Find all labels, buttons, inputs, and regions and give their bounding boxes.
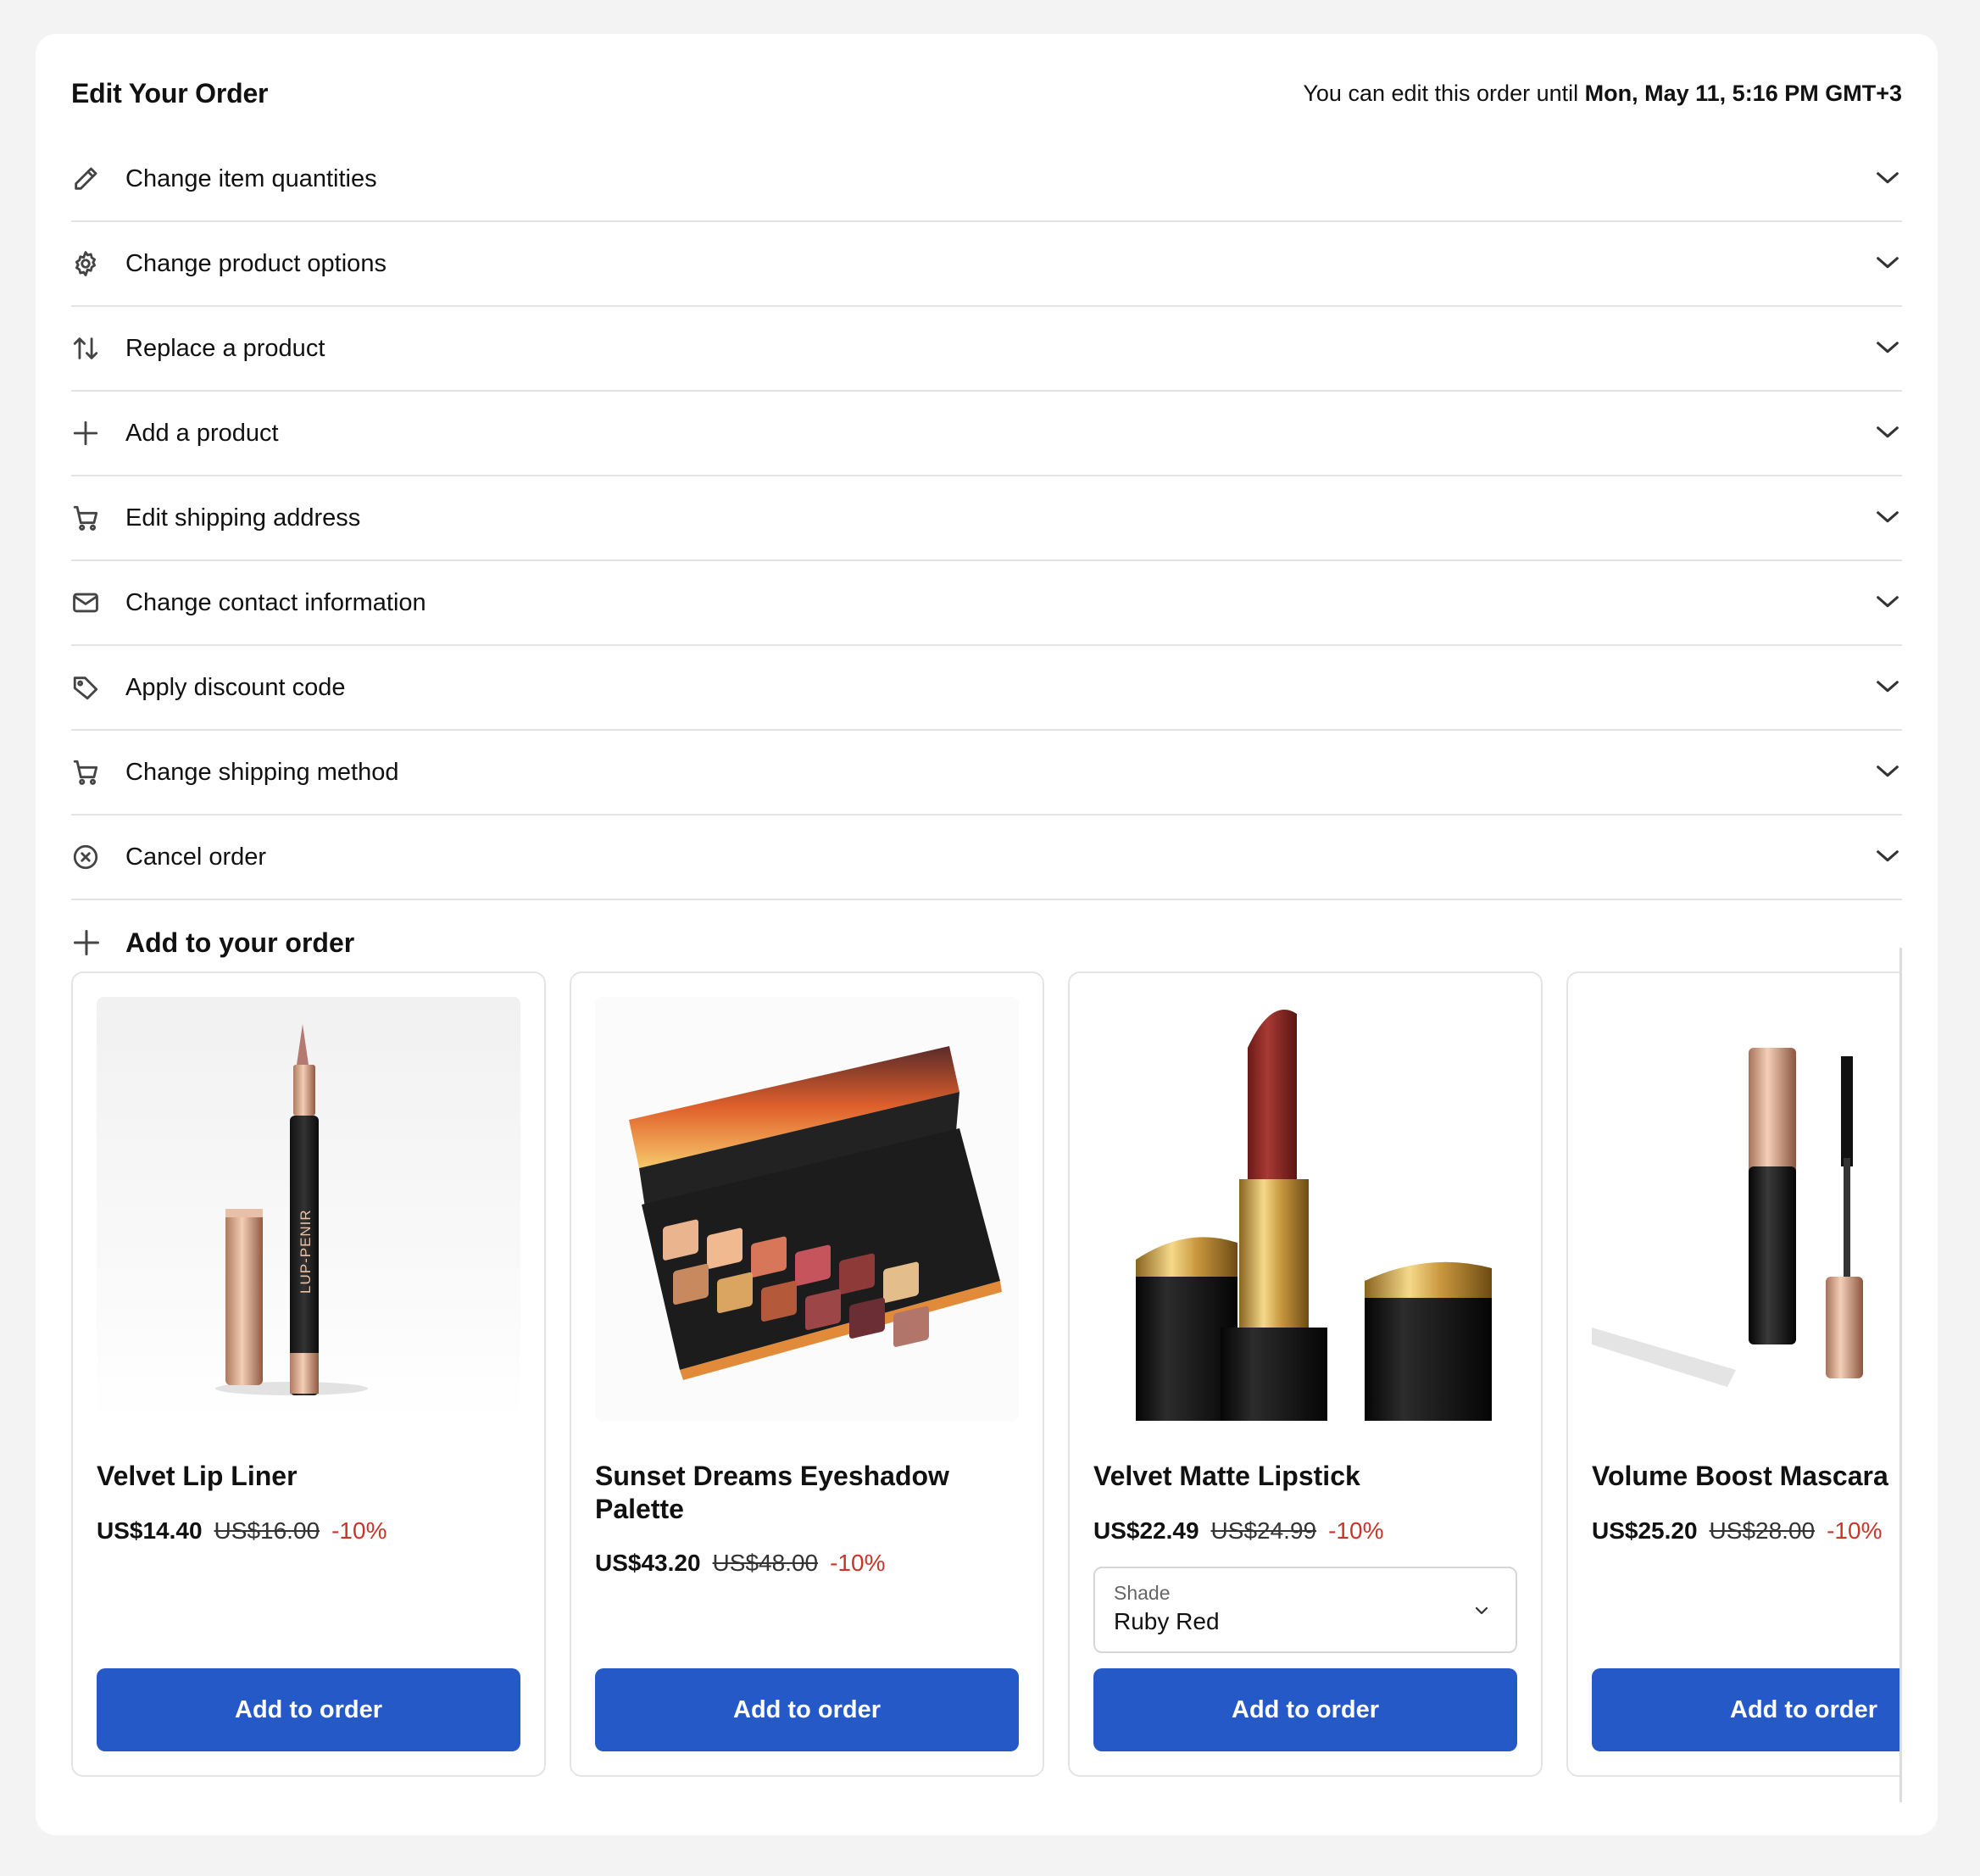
product-image-mascara: [1592, 997, 1902, 1421]
panel-header: Edit Your Order You can edit this order …: [71, 68, 1902, 119]
action-replace-product[interactable]: Replace a product: [71, 307, 1902, 392]
chevron-down-icon[interactable]: [1873, 163, 1902, 196]
action-label: Change shipping method: [125, 758, 399, 786]
original-price: US$24.99: [1210, 1517, 1317, 1544]
chevron-down-icon[interactable]: [1873, 417, 1902, 450]
original-price: US$16.00: [214, 1517, 320, 1544]
cancel-circle-icon: [71, 840, 125, 874]
cart-icon: [71, 501, 125, 535]
shade-select-label: Shade: [1114, 1582, 1171, 1604]
product-price: US$14.40 US$16.00 -10%: [97, 1517, 387, 1545]
action-change-options[interactable]: Change product options: [71, 222, 1902, 307]
action-label: Add a product: [125, 419, 279, 447]
deadline-value: Mon, May 11, 5:16 PM GMT+3: [1584, 80, 1902, 106]
product-card: Velvet Matte Lipstick US$22.49 US$24.99 -1…: [1068, 971, 1543, 1777]
product-card: LUP-PENIR Velvet Lip Liner US$14.40 US$16…: [71, 971, 546, 1777]
edit-actions-list: Change item quantities Change product op…: [71, 137, 1902, 900]
product-image-label: LUP-PENIR: [298, 1209, 314, 1294]
chevron-down-icon[interactable]: [1873, 756, 1902, 789]
sale-price: US$22.49: [1093, 1517, 1199, 1544]
chevron-down-icon[interactable]: [1873, 332, 1902, 365]
add-to-order-button[interactable]: Add to order: [1093, 1668, 1517, 1751]
action-label: Replace a product: [125, 334, 325, 362]
action-label: Cancel order: [125, 843, 267, 871]
plus-icon: [71, 416, 125, 450]
shade-select-value: Ruby Red: [1114, 1608, 1220, 1634]
page-title: Edit Your Order: [71, 77, 269, 109]
add-to-order-button[interactable]: Add to order: [97, 1668, 520, 1751]
product-image-lip-liner: LUP-PENIR: [97, 997, 520, 1421]
action-add-product[interactable]: Add a product: [71, 392, 1902, 476]
chevron-down-icon: [1475, 1606, 1488, 1615]
original-price: US$28.00: [1709, 1517, 1816, 1544]
action-cancel-order[interactable]: Cancel order: [71, 816, 1902, 900]
cart-icon: [71, 755, 125, 789]
product-price: US$43.20 US$48.00 -10%: [595, 1550, 885, 1577]
add-to-order-button[interactable]: Add to order: [1592, 1668, 1902, 1751]
product-price: US$22.49 US$24.99 -10%: [1093, 1517, 1383, 1545]
product-card: Sunset Dreams Eyeshadow Palette US$43.20…: [570, 971, 1044, 1777]
product-carousel[interactable]: LUP-PENIR Velvet Lip Liner US$14.40 US$16…: [71, 946, 1902, 1802]
action-change-contact[interactable]: Change contact information: [71, 561, 1902, 646]
pencil-icon: [71, 162, 125, 196]
swap-arrows-icon: [71, 331, 125, 365]
discount-percent: -10%: [1827, 1517, 1883, 1544]
product-price: US$25.20 US$28.00 -10%: [1592, 1517, 1882, 1545]
sale-price: US$14.40: [97, 1517, 203, 1544]
product-name: Velvet Lip Liner: [97, 1461, 298, 1491]
chevron-down-icon[interactable]: [1873, 841, 1902, 874]
tag-icon: [71, 671, 125, 704]
chevron-down-icon[interactable]: [1873, 248, 1902, 281]
gear-icon: [71, 247, 125, 281]
sale-price: US$43.20: [595, 1550, 701, 1576]
product-name: Sunset Dreams Eyeshadow Palette: [595, 1461, 949, 1524]
sale-price: US$25.20: [1592, 1517, 1698, 1544]
action-change-quantities[interactable]: Change item quantities: [71, 137, 1902, 222]
chevron-down-icon[interactable]: [1873, 587, 1902, 620]
original-price: US$48.00: [712, 1550, 819, 1576]
add-to-order-button[interactable]: Add to order: [595, 1668, 1019, 1751]
action-label: Change product options: [125, 249, 387, 277]
action-label: Edit shipping address: [125, 504, 361, 532]
discount-percent: -10%: [830, 1550, 886, 1576]
shade-select[interactable]: Shade Ruby Red: [1093, 1567, 1517, 1653]
deadline-prefix: You can edit this order until: [1303, 80, 1579, 106]
discount-percent: -10%: [331, 1517, 387, 1544]
envelope-icon: [71, 586, 125, 620]
action-label: Apply discount code: [125, 673, 346, 701]
chevron-down-icon[interactable]: [1873, 671, 1902, 704]
product-image-eyeshadow-palette: [595, 997, 1019, 1421]
chevron-down-icon[interactable]: [1873, 502, 1902, 535]
action-edit-shipping-address[interactable]: Edit shipping address: [71, 476, 1902, 561]
product-name: Velvet Matte Lipstick: [1093, 1461, 1360, 1491]
product-image-lipstick: [1093, 997, 1517, 1421]
edit-deadline: You can edit this order until Mon, May 1…: [1303, 81, 1902, 107]
product-name: Volume Boost Mascara: [1592, 1461, 1888, 1491]
action-change-shipping-method[interactable]: Change shipping method: [71, 731, 1902, 816]
action-apply-discount[interactable]: Apply discount code: [71, 646, 1902, 731]
product-card: Volume Boost Mascara US$25.20 US$28.00 -10…: [1566, 971, 1902, 1777]
action-label: Change contact information: [125, 588, 426, 616]
action-label: Change item quantities: [125, 164, 377, 192]
discount-percent: -10%: [1328, 1517, 1384, 1544]
